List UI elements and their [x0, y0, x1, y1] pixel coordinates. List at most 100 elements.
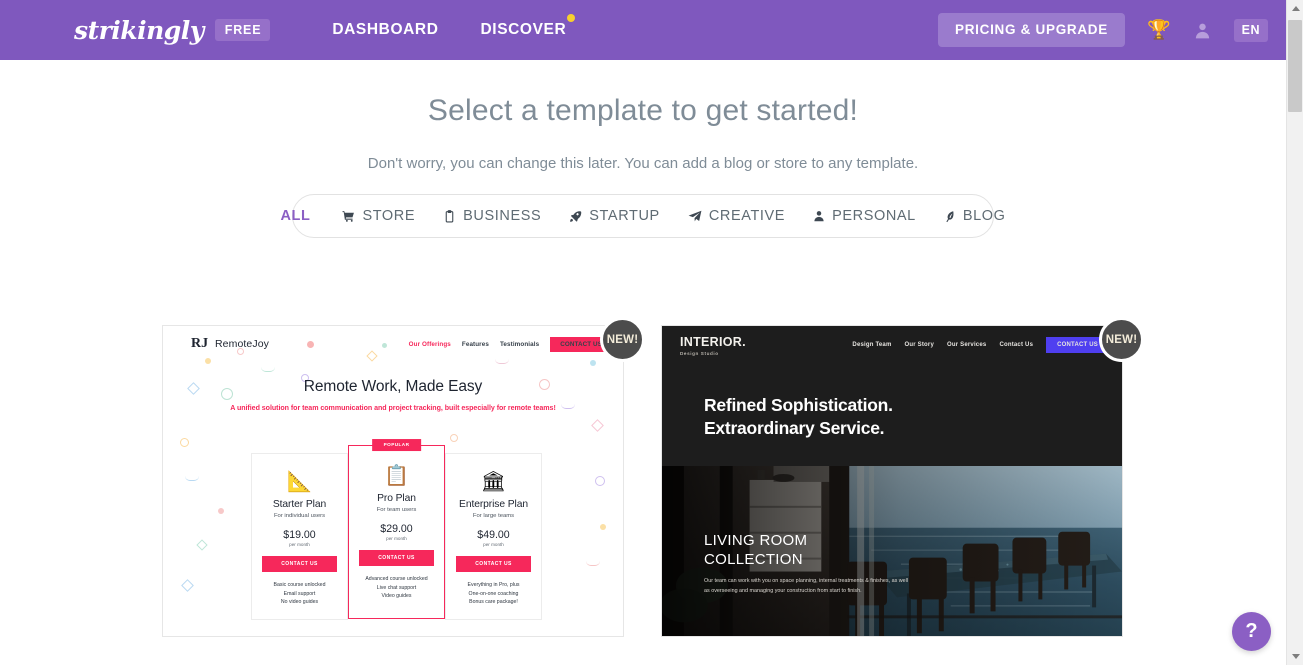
trophy-icon[interactable]: 🏆	[1147, 21, 1171, 40]
brand-logo-group[interactable]: strikingly FREE	[74, 16, 271, 45]
filter-business-label: BUSINESS	[463, 208, 542, 224]
remotejoy-nav-testimonials: Testimonials	[499, 340, 540, 348]
scroll-down-arrow-icon[interactable]	[1287, 648, 1303, 665]
quill-icon	[944, 210, 956, 223]
filter-store-label: STORE	[362, 208, 416, 224]
interior-caption-line2: COLLECTION	[704, 551, 803, 569]
interior-hero: Refined Sophistication. Extraordinary Se…	[704, 394, 893, 441]
plan-badge-free: FREE	[214, 19, 271, 41]
enterprise-feature-2: One-on-one coaching	[468, 590, 519, 597]
pricing-upgrade-button[interactable]: PRICING & UPGRADE	[938, 13, 1125, 47]
filter-creative[interactable]: CREATIVE	[688, 208, 785, 224]
starter-feature-1: Basic course unlocked	[273, 582, 326, 588]
filter-creative-label: CREATIVE	[708, 208, 786, 224]
starter-plan-period: per month	[289, 542, 310, 547]
starter-plan-name: Starter Plan	[272, 499, 327, 510]
filter-blog-label: BLOG	[962, 208, 1006, 224]
starter-plan-price: $19.00	[283, 529, 316, 541]
starter-plan-features: Basic course unlocked Email support No v…	[258, 581, 341, 607]
remotejoy-preview-nav-links: Our Offerings Features Testimonials CONT…	[408, 336, 623, 352]
filter-blog[interactable]: BLOG	[944, 208, 1006, 224]
pro-plan-period: per month	[386, 536, 407, 541]
pro-plan-cta: CONTACT US	[359, 550, 434, 566]
paper-plane-icon	[688, 209, 702, 223]
pro-plan-price: $29.00	[380, 523, 413, 535]
pro-plan-audience: For team users	[376, 507, 417, 513]
enterprise-plan-cta: CONTACT US	[456, 556, 531, 572]
app-root: strikingly FREE DASHBOARD DISCOVER PRICI…	[0, 0, 1303, 665]
enterprise-feature-3: Bonus care package!	[469, 599, 518, 606]
starter-plan-cta: CONTACT US	[262, 556, 337, 572]
page-title: Select a template to get started!	[427, 94, 859, 127]
template-grid: RJ RemoteJoy Our Offerings Features Test…	[162, 317, 1144, 637]
person-icon	[813, 210, 825, 222]
pricing-plan-starter: 📐 Starter Plan For individual users $19.…	[251, 453, 348, 620]
top-navigation-bar: strikingly FREE DASHBOARD DISCOVER PRICI…	[0, 0, 1286, 60]
template-card-remotejoy[interactable]: RJ RemoteJoy Our Offerings Features Test…	[162, 317, 645, 637]
nav-item-dashboard[interactable]: DASHBOARD	[332, 21, 438, 39]
interior-preview-navbar: INTERIOR. Design Studio Design Team Our …	[662, 326, 1122, 364]
template-card-interior[interactable]: INTERIOR. Design Studio Design Team Our …	[661, 317, 1144, 637]
pro-plan-name: Pro Plan	[377, 493, 416, 504]
interior-nav-our-services: Our Services	[947, 342, 987, 348]
category-filter-bar: ALL STORE BUSINESS STARTUP CREATIVE PERS…	[280, 194, 1005, 238]
interior-brand-subtitle: Design Studio	[680, 350, 719, 356]
remotejoy-subheadline: A unified solution for team communicatio…	[230, 404, 556, 412]
scroll-up-arrow-icon[interactable]	[1287, 0, 1303, 17]
interior-brand-name: INTERIOR.	[680, 334, 746, 349]
remotejoy-nav-offerings: Our Offerings	[408, 340, 451, 348]
rocket-icon	[569, 210, 582, 223]
header-nav-links: DASHBOARD DISCOVER	[332, 14, 608, 39]
vertical-scrollbar[interactable]	[1286, 0, 1303, 665]
strikingly-logo[interactable]: strikingly	[74, 16, 204, 45]
new-badge: NEW!	[1099, 317, 1144, 362]
interior-nav-our-story: Our Story	[904, 342, 934, 348]
new-badge: NEW!	[600, 317, 645, 362]
nav-item-discover[interactable]: DISCOVER	[481, 14, 576, 39]
notification-dot-icon	[567, 14, 576, 22]
interior-preview-canvas: INTERIOR. Design Studio Design Team Our …	[662, 326, 1122, 636]
interior-logo: INTERIOR. Design Studio	[680, 335, 746, 356]
pro-feature-2: Live chat support	[376, 584, 417, 591]
page-subtitle: Don't worry, you can change this later. …	[367, 155, 919, 172]
template-preview-remotejoy: RJ RemoteJoy Our Offerings Features Test…	[163, 326, 623, 636]
filter-store[interactable]: STORE	[342, 208, 415, 224]
nav-item-dashboard-label: DASHBOARD	[332, 21, 439, 38]
clipboard-icon	[443, 209, 456, 223]
remotejoy-pricing-plans: 📐 Starter Plan For individual users $19.…	[251, 438, 542, 620]
language-selector[interactable]: EN	[1233, 18, 1268, 42]
enterprise-plan-period: per month	[483, 542, 504, 547]
cart-icon	[342, 210, 355, 223]
popular-tag: POPULAR	[371, 438, 422, 451]
clipboard-ruler-icon: 📋	[384, 465, 409, 487]
interior-headline-line2: Extraordinary Service.	[704, 418, 885, 439]
interior-nav-design-team: Design Team	[852, 342, 892, 348]
remotejoy-headline: Remote Work, Made Easy	[303, 378, 483, 395]
remotejoy-logo: RJ RemoteJoy	[191, 336, 269, 353]
filter-business[interactable]: BUSINESS	[443, 208, 541, 224]
interior-nav-contact-us: Contact Us	[999, 342, 1034, 348]
building-icon: 🏛	[480, 471, 507, 493]
filter-personal[interactable]: PERSONAL	[813, 208, 916, 224]
scrollbar-thumb[interactable]	[1288, 20, 1302, 112]
interior-preview-nav-links: Design Team Our Story Our Services Conta…	[852, 337, 1122, 353]
starter-feature-2: Email support	[283, 590, 316, 597]
remotejoy-logo-mark: RJ	[191, 335, 209, 351]
filter-startup[interactable]: STARTUP	[569, 208, 660, 224]
interior-hero-photo: LIVING ROOM COLLECTION Our team can work…	[662, 466, 1122, 636]
pro-feature-3: Video guides	[381, 593, 412, 600]
filter-all[interactable]: ALL	[280, 208, 310, 224]
interior-caption-line1: LIVING ROOM	[704, 532, 808, 549]
remotejoy-preview-canvas: RJ RemoteJoy Our Offerings Features Test…	[163, 326, 623, 636]
pro-feature-1: Advanced course unlocked	[365, 576, 428, 582]
remotejoy-nav-features: Features	[461, 340, 489, 348]
pricing-plan-enterprise: 🏛 Enterprise Plan For large teams $49.00…	[445, 453, 542, 620]
template-preview-interior: INTERIOR. Design Studio Design Team Our …	[662, 326, 1122, 636]
enterprise-plan-audience: For large teams	[472, 513, 515, 519]
interior-headline-line1: Refined Sophistication.	[704, 395, 893, 415]
remotejoy-preview-navbar: RJ RemoteJoy Our Offerings Features Test…	[163, 326, 623, 362]
user-avatar-icon[interactable]	[1193, 21, 1212, 40]
header-right-group: PRICING & UPGRADE 🏆 EN	[938, 13, 1268, 47]
help-button[interactable]: ?	[1232, 612, 1271, 651]
remotejoy-hero: Remote Work, Made Easy A unified solutio…	[163, 378, 623, 412]
